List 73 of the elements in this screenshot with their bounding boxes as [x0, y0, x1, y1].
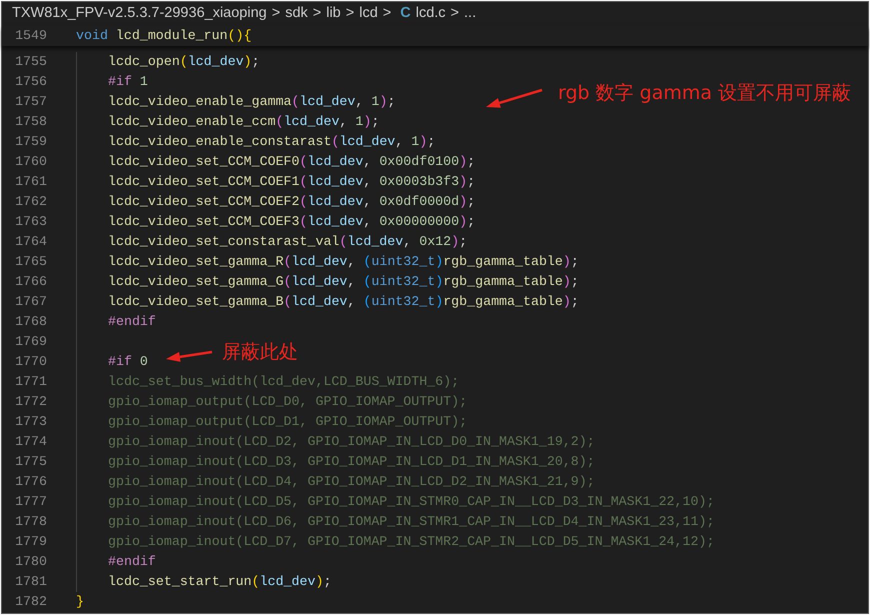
chevron-icon: >	[346, 3, 354, 25]
line-number: 1780	[14, 553, 47, 571]
code-line: gpio_iomap_inout(LCD_D3, GPIO_IOMAP_IN_LCD_D1_IN_MASK1_20,8);	[108, 453, 595, 471]
code-line: lcdc_video_enable_ccm(lcd_dev, 1);	[108, 113, 380, 131]
code-line: }	[76, 593, 84, 611]
line-number: 1756	[14, 73, 47, 91]
code-line: void lcd_module_run(){	[76, 27, 252, 45]
line-number: 1767	[14, 293, 47, 311]
line-number: 1774	[14, 433, 47, 451]
code-line: lcdc_set_bus_width(lcd_dev,LCD_BUS_WIDTH_6);	[108, 373, 460, 391]
line-number: 1763	[14, 213, 47, 231]
code-line: #endif	[108, 553, 156, 571]
code-line: lcdc_video_set_gamma_G(lcd_dev, (uint32_t)rgb_gamma_table);	[108, 273, 579, 291]
code-line: lcdc_set_start_run(lcd_dev);	[108, 573, 332, 591]
code-line: #if 1	[108, 73, 148, 91]
code-line: #endif	[108, 313, 156, 331]
code-line: gpio_iomap_inout(LCD_D6, GPIO_IOMAP_IN_STMR1_CAP_IN__LCD_D4_IN_MASK1_23,11);	[108, 513, 714, 531]
line-number: 1776	[14, 473, 47, 491]
line-number: 1765	[14, 253, 47, 271]
line-number: 1769	[14, 333, 47, 351]
line-number: 1775	[14, 453, 47, 471]
chevron-icon: >	[450, 3, 460, 25]
code-line: lcdc_video_set_CCM_COEF1(lcd_dev, 0x0003b3f3);	[108, 173, 476, 191]
code-line: lcdc_video_set_gamma_B(lcd_dev, (uint32_t)rgb_gamma_table);	[108, 293, 579, 311]
line-number: 1778	[14, 513, 47, 531]
code-line: lcdc_video_set_constarast_val(lcd_dev, 0x12);	[108, 233, 468, 251]
line-number: 1755	[14, 53, 47, 71]
line-number: 1758	[14, 113, 47, 131]
breadcrumb-item[interactable]: lib	[326, 3, 341, 25]
code-line: lcdc_open(lcd_dev);	[108, 53, 260, 71]
code-line: gpio_iomap_output(LCD_D1, GPIO_IOMAP_OUTPUT);	[108, 413, 468, 431]
line-number: 1764	[14, 233, 47, 251]
breadcrumb-item[interactable]: lcd	[359, 3, 378, 25]
file-type-icon: C	[400, 3, 411, 25]
code-line: lcdc_video_set_CCM_COEF3(lcd_dev, 0x00000000);	[108, 213, 476, 231]
line-number: 1549	[14, 27, 47, 45]
annotation-text: 屏蔽此处	[222, 343, 298, 362]
code-line: lcdc_video_set_CCM_COEF2(lcd_dev, 0x0df0000d);	[108, 193, 476, 211]
line-number: 1757	[14, 93, 47, 111]
code-line: gpio_iomap_output(LCD_D0, GPIO_IOMAP_OUTPUT);	[108, 393, 468, 411]
code-line: gpio_iomap_inout(LCD_D4, GPIO_IOMAP_IN_LCD_D2_IN_MASK1_21,9);	[108, 473, 595, 491]
breadcrumb-item[interactable]: TXW81x_FPV-v2.5.3.7-29936_xiaoping	[12, 3, 267, 25]
chevron-icon: >	[312, 3, 322, 25]
line-number: 1777	[14, 493, 47, 511]
line-number: 1779	[14, 533, 47, 551]
line-number: 1759	[14, 133, 47, 151]
line-number: 1770	[14, 353, 47, 371]
code-line: lcdc_video_enable_gamma(lcd_dev, 1);	[108, 93, 396, 111]
breadcrumb-item[interactable]: ...	[464, 3, 476, 25]
line-number: 1782	[14, 593, 47, 611]
chevron-icon: >	[272, 3, 280, 25]
arrow	[486, 88, 542, 108]
chevron-icon: >	[382, 3, 392, 25]
line-number: 1772	[14, 393, 47, 411]
annotation-text: rgb 数字 gamma 设置不用可屏蔽	[558, 84, 852, 103]
code-line: lcdc_video_set_gamma_R(lcd_dev, (uint32_t)rgb_gamma_table);	[108, 253, 579, 271]
breadcrumb-item[interactable]: lcd.c	[416, 3, 446, 25]
line-number: 1761	[14, 173, 47, 191]
code-line: lcdc_video_set_CCM_COEF0(lcd_dev, 0x00df0100);	[108, 153, 476, 171]
code-line: gpio_iomap_inout(LCD_D7, GPIO_IOMAP_IN_STMR2_CAP_IN__LCD_D5_IN_MASK1_24,12);	[108, 533, 714, 551]
line-number: 1762	[14, 193, 47, 211]
arrow	[166, 350, 212, 362]
breadcrumb-item[interactable]: sdk	[285, 3, 308, 25]
line-number: 1760	[14, 153, 47, 171]
code-line: lcdc_video_enable_constarast(lcd_dev, 1);	[108, 133, 436, 151]
line-number: 1768	[14, 313, 47, 331]
code-line: gpio_iomap_inout(LCD_D2, GPIO_IOMAP_IN_LCD_D0_IN_MASK1_19,2);	[108, 433, 595, 451]
line-number: 1781	[14, 573, 47, 591]
line-number: 1766	[14, 273, 47, 291]
code-line: gpio_iomap_inout(LCD_D5, GPIO_IOMAP_IN_STMR0_CAP_IN__LCD_D3_IN_MASK1_22,10);	[108, 493, 714, 511]
line-number: 1773	[14, 413, 47, 431]
line-number: 1771	[14, 373, 47, 391]
code-line: #if 0	[108, 353, 148, 371]
